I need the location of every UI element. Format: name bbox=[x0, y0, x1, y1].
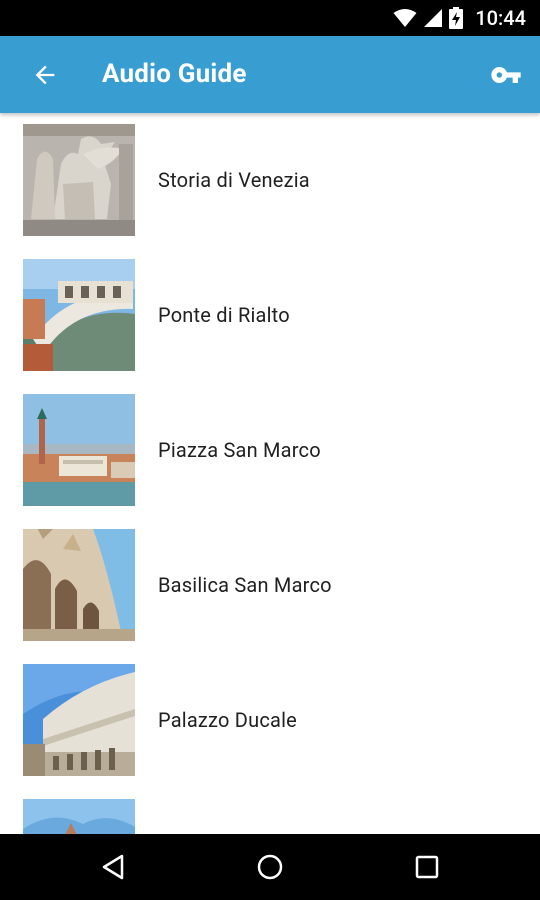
list-item-label: Palazzo Ducale bbox=[158, 708, 297, 732]
nav-back-button[interactable] bbox=[68, 834, 158, 900]
key-icon bbox=[491, 67, 521, 83]
app-bar: Audio Guide bbox=[0, 36, 540, 113]
status-bar: 10:44 bbox=[0, 0, 540, 36]
list-item-label: Storia di Venezia bbox=[158, 168, 310, 192]
audio-guide-list: Storia di Venezia Ponte di Rialto Piazza… bbox=[0, 113, 540, 834]
thumbnail-image bbox=[23, 124, 135, 236]
list-item[interactable] bbox=[0, 788, 540, 834]
thumbnail-image bbox=[23, 529, 135, 641]
list-item[interactable]: Ponte di Rialto bbox=[0, 248, 540, 383]
thumbnail-image bbox=[23, 259, 135, 371]
thumbnail-image bbox=[23, 799, 135, 834]
key-button[interactable] bbox=[486, 56, 526, 94]
list-item[interactable]: Piazza San Marco bbox=[0, 383, 540, 518]
nav-home-icon bbox=[257, 854, 283, 880]
page-title: Audio Guide bbox=[102, 59, 247, 89]
list-item[interactable]: Basilica San Marco bbox=[0, 518, 540, 653]
nav-home-button[interactable] bbox=[225, 834, 315, 900]
nav-recents-icon bbox=[415, 855, 439, 879]
battery-charging-icon bbox=[449, 7, 464, 29]
nav-recents-button[interactable] bbox=[382, 834, 472, 900]
list-item-label: Piazza San Marco bbox=[158, 438, 321, 462]
thumbnail-image bbox=[23, 394, 135, 506]
thumbnail-image bbox=[23, 664, 135, 776]
status-time: 10:44 bbox=[475, 6, 526, 30]
cell-signal-icon bbox=[423, 8, 443, 28]
list-item-label: Ponte di Rialto bbox=[158, 303, 290, 327]
list-item[interactable]: Palazzo Ducale bbox=[0, 653, 540, 788]
navigation-bar bbox=[0, 834, 540, 900]
list-item-label: Basilica San Marco bbox=[158, 573, 332, 597]
wifi-icon bbox=[393, 8, 417, 28]
back-button[interactable] bbox=[24, 54, 66, 96]
list-item[interactable]: Storia di Venezia bbox=[0, 113, 540, 248]
arrow-back-icon bbox=[35, 65, 55, 85]
nav-back-icon bbox=[102, 854, 124, 880]
